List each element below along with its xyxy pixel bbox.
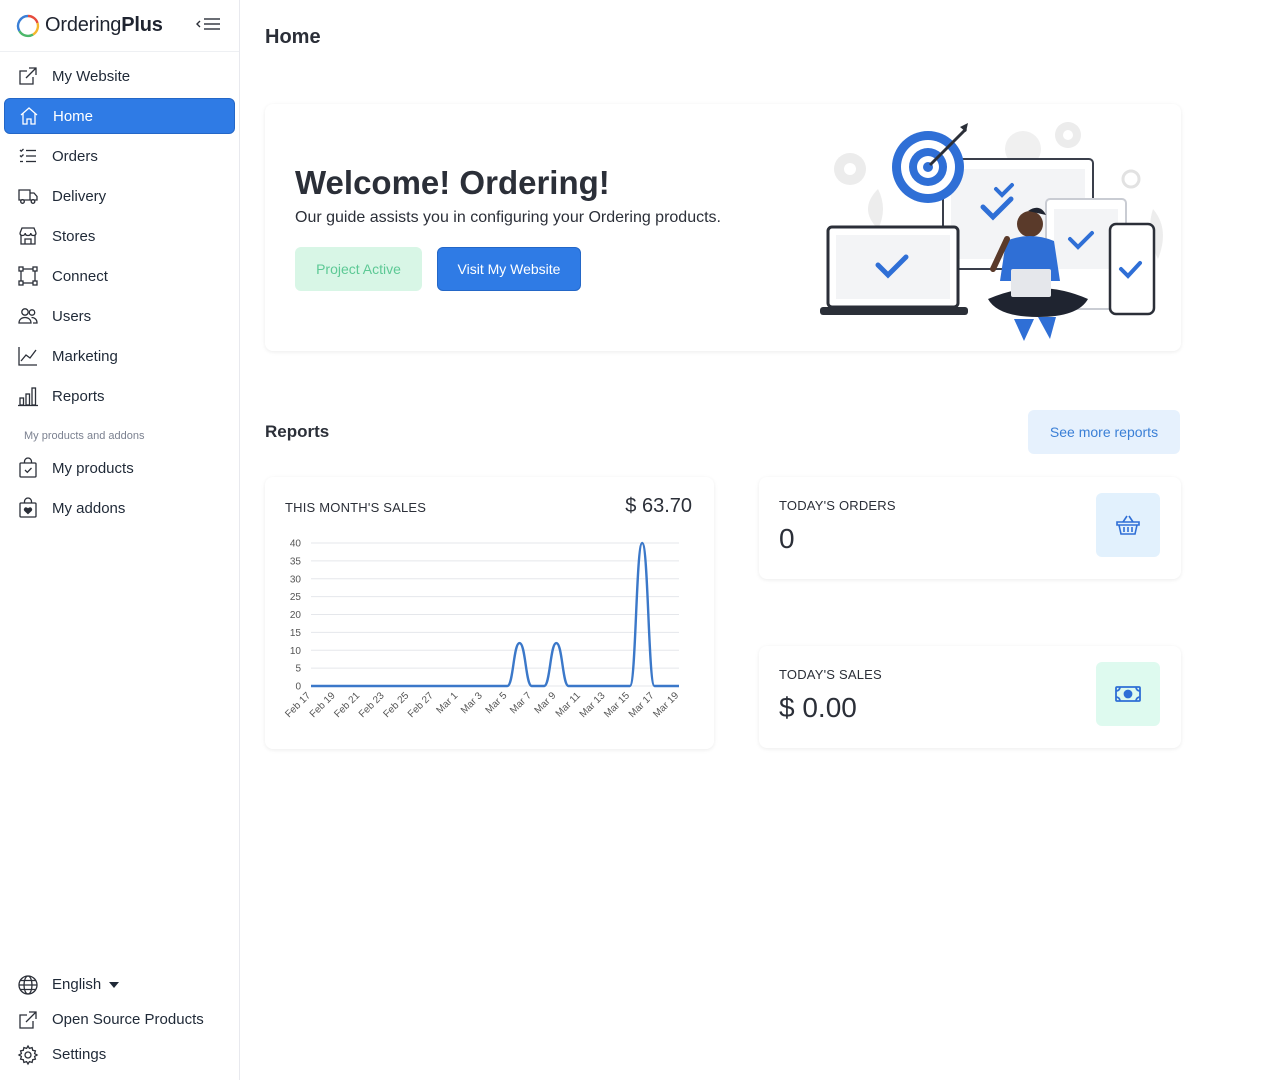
home-icon bbox=[17, 104, 41, 128]
cash-icon bbox=[1096, 662, 1160, 726]
sidebar-item-my-addons[interactable]: My addons bbox=[4, 490, 235, 526]
external-link-icon bbox=[16, 64, 40, 88]
x-tick-label: Mar 13 bbox=[578, 690, 608, 720]
caret-down-icon bbox=[109, 981, 120, 988]
sidebar-item-label: Stores bbox=[52, 227, 96, 245]
bar-chart-icon bbox=[16, 384, 40, 408]
x-tick-label: Mar 17 bbox=[627, 690, 657, 720]
y-tick-label: 25 bbox=[290, 592, 302, 603]
shop-icon bbox=[16, 224, 40, 248]
welcome-card: Welcome! Ordering! Our guide assists you… bbox=[265, 104, 1181, 351]
x-tick-label: Mar 5 bbox=[484, 690, 510, 716]
x-tick-label: Mar 11 bbox=[554, 690, 584, 720]
month-sales-label: THIS MONTH'S SALES bbox=[285, 500, 427, 515]
truck-icon bbox=[16, 184, 40, 208]
x-tick-label: Mar 19 bbox=[651, 690, 681, 720]
sidebar-item-label: My addons bbox=[52, 499, 126, 517]
bounding-box-icon bbox=[16, 264, 40, 288]
sidebar-item-label: Users bbox=[52, 307, 92, 325]
see-more-reports-button[interactable]: See more reports bbox=[1028, 410, 1180, 454]
x-tick-label: Feb 19 bbox=[308, 690, 338, 720]
welcome-illustration bbox=[820, 122, 1163, 341]
reports-section-title: Reports bbox=[265, 422, 330, 441]
today-sales-label: TODAY'S SALES bbox=[779, 667, 882, 682]
welcome-title: Welcome! Ordering! bbox=[295, 164, 610, 201]
y-tick-label: 30 bbox=[290, 574, 302, 585]
brand-name: OrderingPlus bbox=[45, 14, 163, 36]
project-active-badge[interactable]: Project Active bbox=[295, 247, 422, 291]
brand-header: OrderingPlus bbox=[0, 0, 239, 52]
y-tick-label: 0 bbox=[295, 682, 301, 693]
sidebar-item-home[interactable]: Home bbox=[4, 98, 235, 134]
y-tick-label: 15 bbox=[290, 628, 302, 639]
today-sales-value: $ 0.00 bbox=[779, 692, 857, 723]
open-source-products-link[interactable]: Open Source Products bbox=[0, 1002, 239, 1037]
visit-website-button[interactable]: Visit My Website bbox=[437, 247, 581, 291]
sidebar-item-label: Home bbox=[53, 107, 94, 125]
basket-icon bbox=[1096, 493, 1160, 557]
sidebar-item-my-products[interactable]: My products bbox=[4, 450, 235, 486]
people-icon bbox=[16, 304, 40, 328]
today-orders-value: 0 bbox=[779, 523, 795, 554]
sidebar-item-delivery[interactable]: Delivery bbox=[4, 178, 235, 214]
language-label: English bbox=[52, 976, 102, 993]
language-selector[interactable]: English bbox=[0, 967, 239, 1002]
today-orders-card: TODAY'S ORDERS 0 bbox=[759, 477, 1181, 579]
sidebar: OrderingPlus My Website Home Orders Deli… bbox=[0, 0, 240, 1080]
sidebar-item-label: Orders bbox=[52, 147, 98, 165]
month-sales-value: $ 63.70 bbox=[625, 495, 692, 517]
month-sales-card: THIS MONTH'S SALES $ 63.70 0 5 10 15 20 25 30 3… bbox=[265, 477, 714, 749]
y-tick-label: 10 bbox=[290, 646, 302, 657]
x-tick-label: Feb 21 bbox=[332, 690, 362, 720]
open-source-label: Open Source Products bbox=[52, 1011, 204, 1028]
sidebar-item-label: Delivery bbox=[52, 187, 107, 205]
sidebar-nav: My Website Home Orders Delivery Stores C… bbox=[0, 52, 239, 526]
page-title: Home bbox=[265, 26, 321, 48]
sidebar-item-label: Marketing bbox=[52, 347, 118, 365]
month-sales-chart: 0 5 10 15 20 25 30 35 40 Feb 17Feb 19Feb 21Feb 23… bbox=[283, 539, 681, 721]
bag-heart-icon bbox=[16, 496, 40, 520]
welcome-subtitle: Our guide assists you in configuring you… bbox=[295, 209, 721, 226]
settings-link[interactable]: Settings bbox=[0, 1037, 239, 1072]
y-tick-label: 5 bbox=[295, 664, 301, 675]
sidebar-item-label: My Website bbox=[52, 67, 131, 85]
sidebar-item-reports[interactable]: Reports bbox=[4, 378, 235, 414]
products-section-label: My products and addons bbox=[24, 430, 145, 442]
external-link-icon bbox=[16, 1008, 40, 1032]
today-sales-card: TODAY'S SALES $ 0.00 bbox=[759, 646, 1181, 748]
y-tick-label: 35 bbox=[290, 556, 302, 567]
ordering-logo-icon bbox=[16, 14, 40, 37]
sidebar-item-label: Reports bbox=[52, 387, 105, 405]
graph-up-icon bbox=[16, 344, 40, 368]
sidebar-bottom: English Open Source Products Settings bbox=[0, 967, 239, 1072]
x-tick-label: Mar 15 bbox=[602, 690, 632, 720]
sidebar-item-stores[interactable]: Stores bbox=[4, 218, 235, 254]
collapse-sidebar-icon[interactable] bbox=[195, 14, 223, 36]
x-tick-label: Mar 7 bbox=[508, 690, 534, 716]
list-icon bbox=[16, 144, 40, 168]
x-tick-label: Feb 23 bbox=[357, 690, 387, 720]
x-tick-label: Mar 1 bbox=[434, 690, 460, 716]
today-orders-label: TODAY'S ORDERS bbox=[779, 498, 896, 513]
sidebar-item-my-website[interactable]: My Website bbox=[4, 58, 235, 94]
globe-icon bbox=[16, 973, 40, 997]
sidebar-item-marketing[interactable]: Marketing bbox=[4, 338, 235, 374]
sidebar-item-label: Connect bbox=[52, 267, 108, 285]
sidebar-item-connect[interactable]: Connect bbox=[4, 258, 235, 294]
x-tick-label: Mar 3 bbox=[459, 690, 485, 716]
x-tick-label: Feb 27 bbox=[406, 690, 436, 720]
bag-check-icon bbox=[16, 456, 40, 480]
sidebar-item-label: My products bbox=[52, 459, 134, 477]
x-tick-label: Feb 25 bbox=[381, 690, 411, 720]
x-tick-label: Feb 17 bbox=[283, 690, 313, 720]
y-tick-label: 20 bbox=[290, 610, 302, 621]
sidebar-item-orders[interactable]: Orders bbox=[4, 138, 235, 174]
sidebar-item-users[interactable]: Users bbox=[4, 298, 235, 334]
y-tick-label: 40 bbox=[290, 539, 302, 550]
settings-label: Settings bbox=[52, 1046, 107, 1063]
gear-icon bbox=[16, 1043, 40, 1067]
